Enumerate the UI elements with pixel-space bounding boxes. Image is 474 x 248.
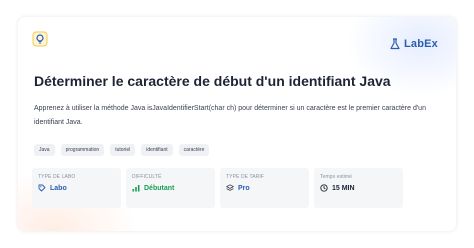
stat-pricing-type: TYPE DE TARIF Pro: [220, 168, 309, 208]
stat-value: Débutant: [144, 184, 175, 192]
layers-icon: [226, 184, 234, 192]
labex-logo[interactable]: LabEx: [389, 38, 438, 50]
stat-value: Pro: [238, 184, 250, 192]
clock-icon: [320, 184, 328, 192]
signal-bars-icon: [132, 184, 140, 192]
lab-description: Apprenez à utiliser la méthode Java isJa…: [34, 105, 426, 126]
lab-title: Déterminer le caractère de début d'un id…: [34, 73, 391, 89]
lightbulb-badge-icon: [32, 31, 48, 47]
stat-value: 15 MIN: [332, 184, 355, 192]
stat-label: Temps estimé: [320, 174, 353, 180]
stats-row: TYPE DE LABO Labo DIFFICULTÉ Débutant TY…: [32, 168, 403, 208]
tag-caractere[interactable]: caractère: [178, 144, 210, 156]
stat-label: TYPE DE LABO: [38, 174, 76, 180]
lab-card[interactable]: LabEx Déterminer le caractère de début d…: [18, 17, 456, 231]
stat-lab-type: TYPE DE LABO Labo: [32, 168, 121, 208]
tag-programmation[interactable]: programmation: [60, 144, 105, 156]
stat-estimated-time: Temps estimé 15 MIN: [314, 168, 403, 208]
stat-difficulty: DIFFICULTÉ Débutant: [126, 168, 215, 208]
flask-icon: [389, 38, 401, 50]
stat-label: TYPE DE TARIF: [226, 174, 265, 180]
tag-list: Java programmation tutoriel identifiant …: [34, 144, 210, 156]
tag-identifiant[interactable]: identifiant: [141, 144, 173, 156]
tag-tutoriel[interactable]: tutoriel: [110, 144, 136, 156]
tag-java[interactable]: Java: [34, 144, 55, 156]
tag-icon: [38, 184, 46, 192]
brand-name: LabEx: [403, 38, 438, 50]
stat-label: DIFFICULTÉ: [132, 174, 162, 180]
stat-value: Labo: [50, 184, 67, 192]
